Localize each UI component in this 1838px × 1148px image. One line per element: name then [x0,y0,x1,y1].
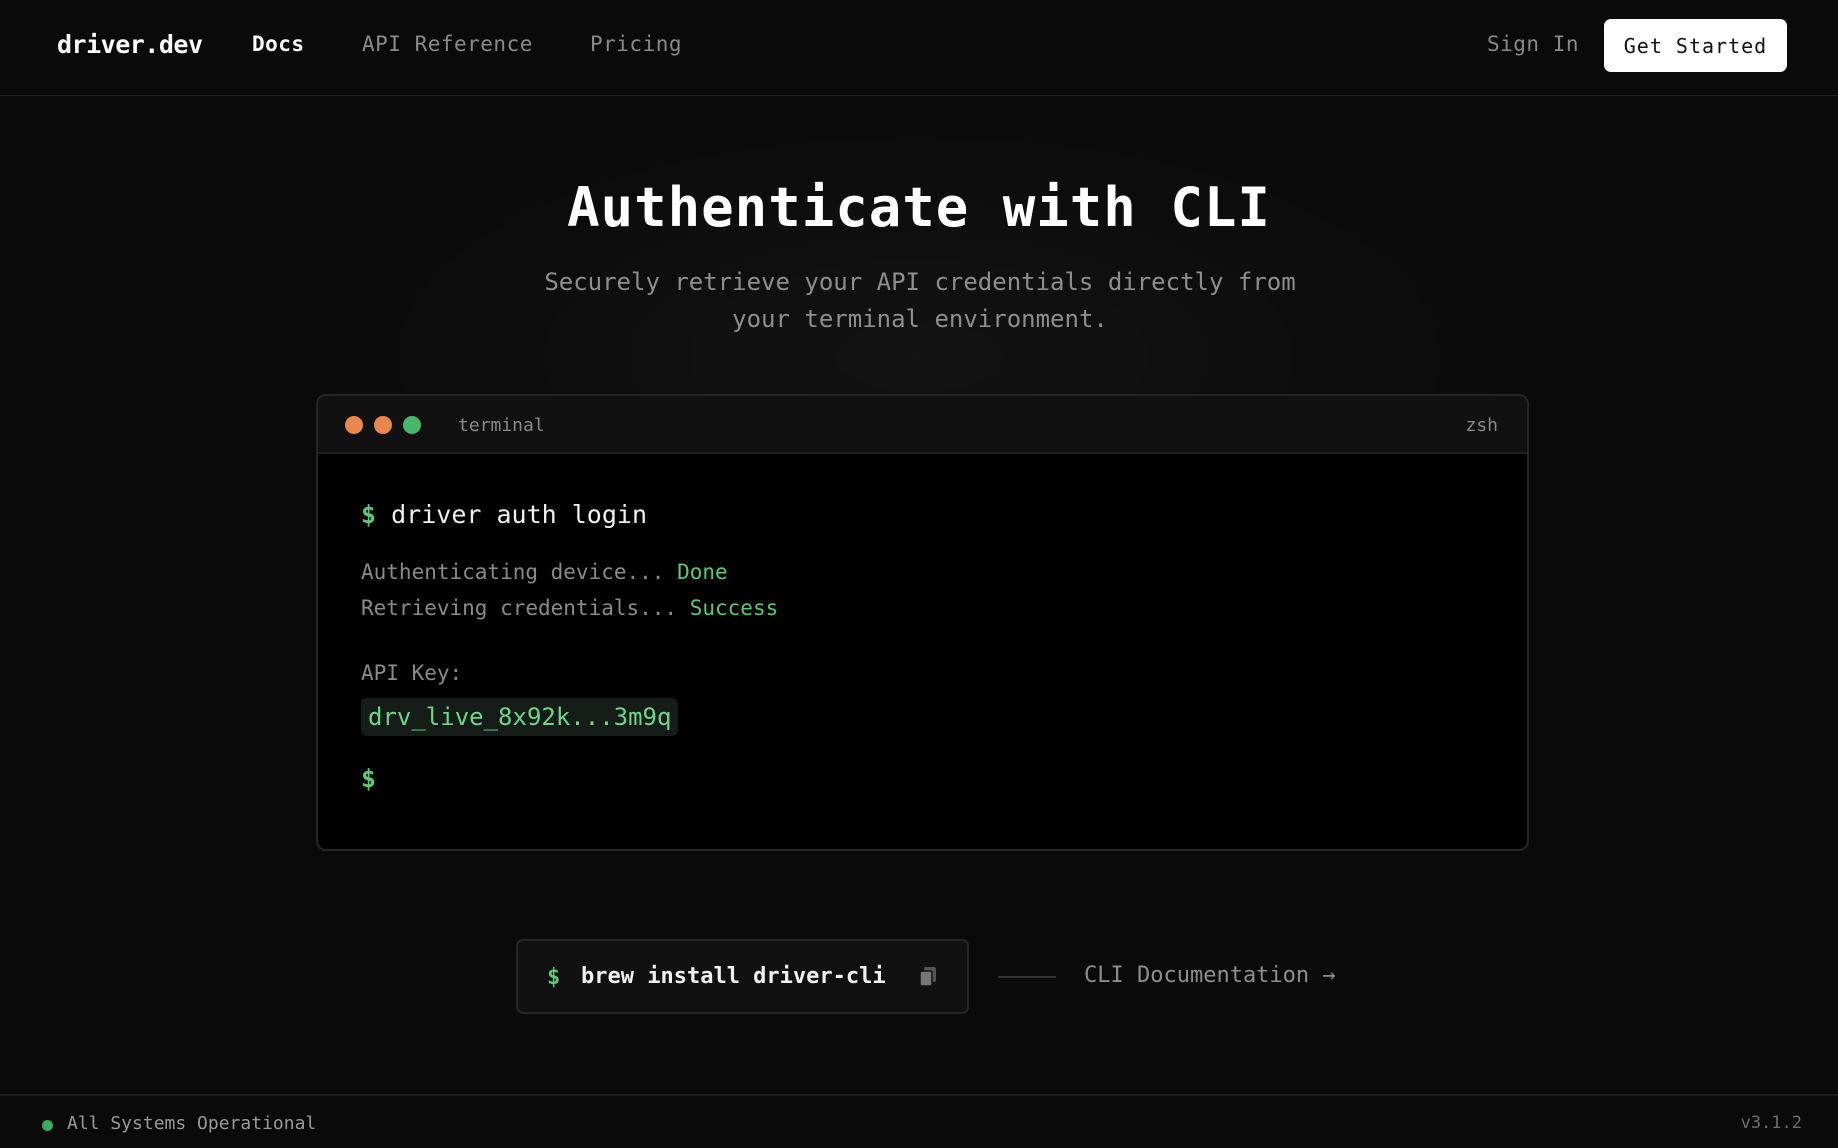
output-text: Authenticating device... [361,560,665,584]
output-status: Success [689,596,779,620]
close-dot-icon [345,416,363,434]
logo[interactable]: driver.dev [57,30,203,59]
output-status: Done [677,560,728,584]
prompt-symbol: $ [361,500,377,529]
status-indicator-icon [42,1120,53,1131]
api-key-value[interactable]: drv_live_8x92k...3m9q [361,698,679,736]
terminal-shell-label: zsh [1465,415,1498,436]
maximize-dot-icon [403,416,421,434]
install-prompt-symbol: $ [547,965,561,990]
terminal-output-line: Authenticating device... Done [361,560,728,584]
status-footer: All Systems Operational v3.1.2 [0,1094,1838,1148]
nav-pricing[interactable]: Pricing [590,32,682,56]
terminal-input-prompt[interactable]: $ [361,764,376,793]
system-status-text: All Systems Operational [67,1113,317,1134]
nav-docs[interactable]: Docs [252,32,305,56]
terminal-window: terminal zsh $ driver auth login Authent… [316,394,1529,851]
api-key-label: API Key: [361,661,463,685]
terminal-command: driver auth login [391,500,647,529]
terminal-command-line: $ driver auth login [361,500,647,529]
divider [998,976,1056,978]
terminal-header: terminal zsh [318,396,1527,454]
top-navigation-bar: driver.dev Docs API Reference Pricing Si… [0,0,1838,96]
cli-documentation-link[interactable]: CLI Documentation → [1084,963,1336,988]
output-text: Retrieving credentials... [361,596,678,620]
page-subtitle: Securely retrieve your API credentials d… [544,268,1296,333]
nav-api-reference[interactable]: API Reference [362,32,533,56]
sign-in-link[interactable]: Sign In [1487,32,1579,56]
page-title: Authenticate with CLI [567,176,1271,239]
version-label: v3.1.2 [1740,1113,1802,1133]
minimize-dot-icon [374,416,392,434]
terminal-output-line: Retrieving credentials... Success [361,596,778,620]
get-started-button[interactable]: Get Started [1604,19,1787,72]
install-command-box: $ brew install driver-cli [516,939,969,1014]
install-command: brew install driver-cli [581,964,886,989]
terminal-title: terminal [458,415,545,436]
copy-icon[interactable] [918,965,940,989]
